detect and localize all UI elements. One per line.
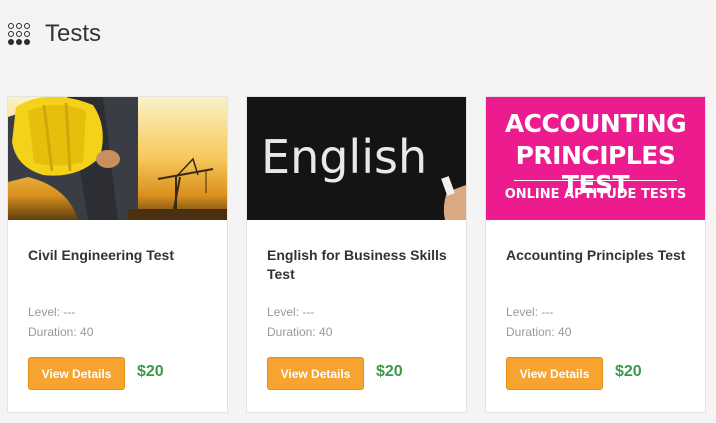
card-level: Level: --- bbox=[267, 305, 315, 319]
chalk-text: English bbox=[261, 130, 427, 184]
civil-engineering-image bbox=[8, 97, 227, 220]
test-card-civil-engineering: Civil Engineering Test Level: --- Durati… bbox=[7, 96, 228, 413]
card-level: Level: --- bbox=[506, 305, 554, 319]
test-card-accounting: ACCOUNTING PRINCIPLES TEST ONLINE APTITU… bbox=[485, 96, 706, 413]
banner-line-3: ONLINE APTITUDE TESTS bbox=[504, 187, 687, 202]
card-duration: Duration: 40 bbox=[28, 325, 94, 339]
card-price: $20 bbox=[615, 363, 642, 380]
card-title: Civil Engineering Test bbox=[28, 247, 174, 263]
view-details-button[interactable]: View Details bbox=[28, 357, 125, 390]
card-level: Level: --- bbox=[28, 305, 76, 319]
card-price: $20 bbox=[376, 363, 403, 380]
page-title: Tests bbox=[45, 20, 102, 47]
card-title: English for Business Skills Test bbox=[267, 247, 447, 282]
grid-icon[interactable] bbox=[8, 23, 30, 45]
page-header: Tests bbox=[8, 19, 101, 49]
card-price: $20 bbox=[137, 363, 164, 380]
card-duration: Duration: 40 bbox=[506, 325, 572, 339]
test-card-english: English English for Business Skills Test… bbox=[246, 96, 467, 413]
banner-line-1: ACCOUNTING bbox=[504, 109, 687, 138]
english-chalkboard-image: English bbox=[247, 97, 466, 220]
accounting-banner-image: ACCOUNTING PRINCIPLES TEST ONLINE APTITU… bbox=[486, 97, 705, 220]
card-title: Accounting Principles Test bbox=[506, 247, 686, 263]
view-details-button[interactable]: View Details bbox=[506, 357, 603, 390]
view-details-button[interactable]: View Details bbox=[267, 357, 364, 390]
card-duration: Duration: 40 bbox=[267, 325, 333, 339]
banner-divider bbox=[514, 180, 677, 181]
